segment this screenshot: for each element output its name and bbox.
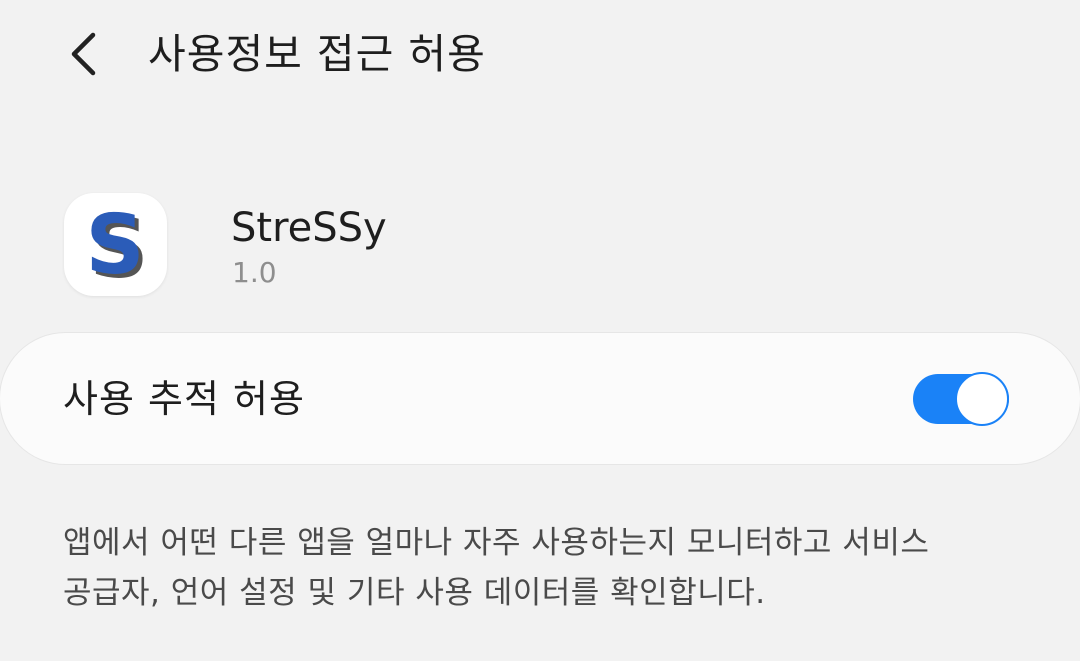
setting-label: 사용 추적 허용 bbox=[63, 377, 305, 421]
usage-tracking-toggle[interactable] bbox=[913, 372, 1009, 426]
app-icon: S S bbox=[64, 193, 167, 296]
app-logo-icon: S S bbox=[85, 205, 148, 285]
page-title: 사용정보 접근 허용 bbox=[148, 30, 486, 78]
description-line-1: 앱에서 어떤 다른 앱을 얼마나 자주 사용하는지 모니터하고 서비스 bbox=[63, 525, 930, 561]
app-version: 1.0 bbox=[232, 256, 277, 289]
app-bar: 사용정보 접근 허용 bbox=[0, 0, 1080, 110]
toggle-thumb bbox=[955, 372, 1009, 426]
back-button[interactable] bbox=[56, 24, 112, 84]
usage-tracking-setting[interactable]: 사용 추적 허용 bbox=[0, 333, 1080, 464]
permission-description: 앱에서 어떤 다른 앱을 얼마나 자주 사용하는지 모니터하고 서비스 공급자,… bbox=[63, 518, 963, 618]
app-name: StreSSy bbox=[231, 205, 387, 251]
description-line-2: 공급자, 언어 설정 및 기타 사용 데이터를 확인합니다. bbox=[63, 575, 766, 611]
app-logo-letter: S bbox=[85, 205, 144, 285]
chevron-left-icon bbox=[71, 32, 96, 76]
app-info: S S StreSSy 1.0 bbox=[64, 193, 964, 299]
